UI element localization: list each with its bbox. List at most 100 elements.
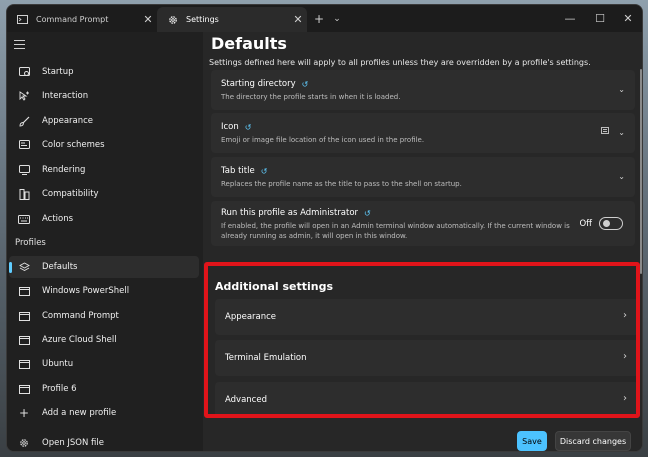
- sidebar-item-label: Profile 6: [42, 384, 77, 394]
- tab-label: Command Prompt: [36, 15, 109, 24]
- terminal-icon: [16, 384, 32, 394]
- setting-description: If enabled, the profile will open in an …: [221, 221, 571, 241]
- setting-description: The directory the profile starts in when…: [221, 93, 401, 101]
- sidebar-item-label: Rendering: [42, 165, 86, 175]
- terminal-icon: [16, 311, 32, 321]
- sidebar-item-label: Interaction: [42, 91, 89, 101]
- gear-icon: [16, 438, 32, 448]
- minimize-button[interactable]: —: [555, 5, 585, 32]
- sidebar-item-label: Command Prompt: [42, 311, 119, 321]
- monitor-icon: [16, 165, 32, 175]
- setting-title: Run this profile as Administrator: [221, 208, 359, 218]
- reset-icon[interactable]: ↺: [364, 209, 371, 218]
- page-description: Settings defined here will apply to all …: [209, 58, 591, 67]
- sidebar-item-label: Ubuntu: [42, 359, 74, 369]
- keyboard-icon: [16, 214, 32, 224]
- toggle-state-label: Off: [579, 219, 592, 229]
- add-new-profile-button[interactable]: + Add a new profile: [9, 402, 199, 424]
- additional-settings-heading: Additional settings: [215, 280, 334, 293]
- setting-title: Starting directory: [221, 79, 296, 89]
- setting-run-as-administrator: Run this profile as Administrator ↺ If e…: [211, 201, 635, 246]
- tab-command-prompt[interactable]: Command Prompt ✕: [7, 7, 157, 32]
- sidebar-item-interaction[interactable]: Interaction: [9, 85, 199, 107]
- sidebar-item-rendering[interactable]: Rendering: [9, 159, 199, 181]
- compatibility-icon: [16, 188, 32, 200]
- save-button[interactable]: Save: [517, 431, 547, 451]
- chevron-down-icon[interactable]: ⌄: [618, 85, 625, 94]
- terminal-icon: [16, 359, 32, 369]
- sidebar-item-label: Windows PowerShell: [42, 286, 130, 296]
- setting-title: Icon: [221, 122, 239, 132]
- setting-tab-title[interactable]: Tab title ↺ Replaces the profile name as…: [211, 157, 635, 197]
- sidebar: Startup Interaction Appearance Color sch…: [7, 32, 203, 451]
- discard-changes-button[interactable]: Discard changes: [555, 431, 631, 451]
- gear-icon: [167, 15, 178, 24]
- additional-terminal-emulation[interactable]: Terminal Emulation ›: [215, 340, 639, 376]
- tab-dropdown-icon[interactable]: ⌄: [327, 9, 347, 29]
- brush-icon: [16, 116, 32, 127]
- palette-icon: [16, 140, 32, 150]
- nav-card-label: Advanced: [225, 395, 267, 405]
- chevron-right-icon: ›: [623, 310, 627, 321]
- description-line: already running as admin, it will open i…: [221, 232, 408, 240]
- setting-description: Emoji or image file location of the icon…: [221, 136, 425, 144]
- sidebar-item-startup[interactable]: Startup: [9, 61, 199, 83]
- sidebar-item-label: Startup: [42, 67, 74, 77]
- sidebar-item-color-schemes[interactable]: Color schemes: [9, 134, 199, 156]
- plus-icon: +: [18, 406, 30, 420]
- nav-card-label: Terminal Emulation: [225, 353, 307, 363]
- hamburger-menu-icon[interactable]: [14, 40, 28, 52]
- sidebar-item-label: Appearance: [42, 116, 94, 126]
- cmd-icon: [17, 15, 28, 24]
- sidebar-item-ubuntu[interactable]: Ubuntu: [9, 353, 199, 375]
- scrollbar[interactable]: [640, 69, 642, 274]
- sidebar-item-azure-cloud-shell[interactable]: Azure Cloud Shell: [9, 329, 199, 351]
- startup-icon: [16, 67, 32, 77]
- setting-description: Replaces the profile name as the title t…: [221, 180, 462, 188]
- terminal-icon: [16, 335, 32, 345]
- settings-main: Defaults Settings defined here will appl…: [203, 32, 642, 451]
- sidebar-item-command-prompt[interactable]: Command Prompt: [9, 305, 199, 327]
- additional-appearance[interactable]: Appearance ›: [215, 299, 639, 335]
- tab-close-icon[interactable]: ✕: [139, 13, 157, 26]
- terminal-icon: [16, 286, 32, 296]
- sidebar-item-label: Color schemes: [42, 140, 105, 150]
- sidebar-item-appearance[interactable]: Appearance: [9, 110, 199, 132]
- terminal-window: Command Prompt ✕ Settings ✕ + ⌄ — ☐ ✕ St…: [6, 4, 643, 452]
- sidebar-item-profile-6[interactable]: Profile 6: [9, 378, 199, 400]
- maximize-button[interactable]: ☐: [585, 5, 615, 32]
- reset-icon[interactable]: ↺: [261, 167, 268, 176]
- page-title: Defaults: [211, 34, 287, 53]
- nav-card-label: Appearance: [225, 312, 277, 322]
- sidebar-item-label: Actions: [42, 214, 74, 224]
- close-window-button[interactable]: ✕: [613, 5, 642, 32]
- sidebar-item-label: Defaults: [42, 262, 78, 272]
- sidebar-item-defaults[interactable]: Defaults: [9, 256, 199, 278]
- setting-title: Tab title: [221, 166, 255, 176]
- chevron-right-icon: ›: [623, 351, 627, 362]
- tab-label: Settings: [186, 15, 219, 24]
- run-as-admin-toggle[interactable]: [599, 217, 623, 230]
- tab-settings[interactable]: Settings ✕: [157, 7, 307, 32]
- sidebar-item-label: Azure Cloud Shell: [42, 335, 117, 345]
- interaction-icon: [16, 91, 32, 101]
- tab-close-icon[interactable]: ✕: [289, 13, 307, 26]
- setting-icon[interactable]: Icon ↺ Emoji or image file location of t…: [211, 113, 635, 153]
- reset-icon[interactable]: ↺: [245, 123, 252, 132]
- sidebar-item-compatibility[interactable]: Compatibility: [9, 183, 199, 205]
- chevron-down-icon[interactable]: ⌄: [618, 128, 625, 137]
- sidebar-item-windows-powershell[interactable]: Windows PowerShell: [9, 280, 199, 302]
- chevron-right-icon: ›: [623, 393, 627, 404]
- layers-icon: [16, 261, 32, 273]
- setting-starting-directory[interactable]: Starting directory ↺ The directory the p…: [211, 70, 635, 110]
- open-json-file-button[interactable]: Open JSON file: [9, 432, 199, 451]
- additional-advanced[interactable]: Advanced ›: [215, 382, 639, 418]
- sidebar-item-actions[interactable]: Actions: [9, 208, 199, 230]
- image-icon: [601, 127, 609, 137]
- reset-icon[interactable]: ↺: [302, 80, 309, 89]
- sidebar-item-label: Compatibility: [42, 189, 99, 199]
- title-bar: Command Prompt ✕ Settings ✕ + ⌄ — ☐ ✕: [7, 5, 642, 32]
- chevron-down-icon[interactable]: ⌄: [618, 172, 625, 181]
- new-tab-button[interactable]: +: [309, 9, 329, 29]
- sidebar-item-label: Open JSON file: [42, 438, 105, 448]
